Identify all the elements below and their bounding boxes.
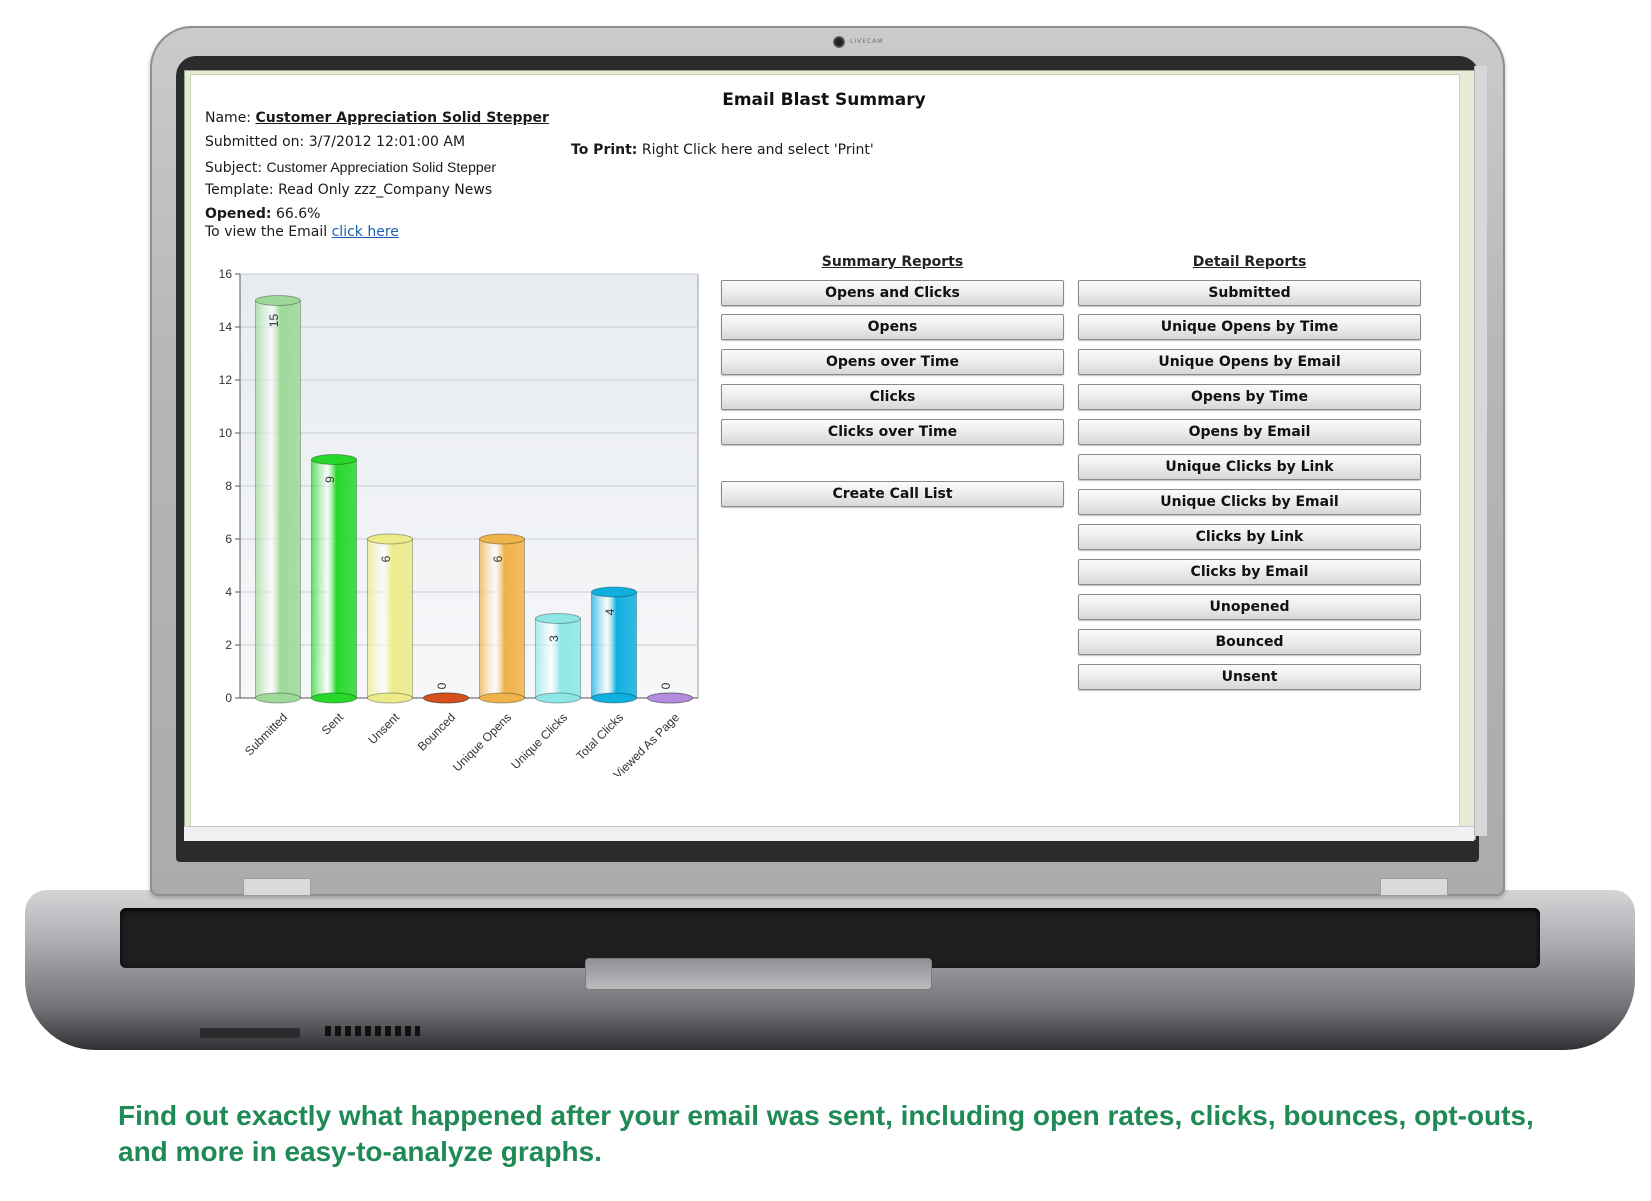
- y-tick-label: 14: [219, 320, 233, 334]
- bar-base: [255, 692, 301, 704]
- unique-clicks-by-email-button[interactable]: Unique Clicks by Email: [1078, 489, 1421, 515]
- print-text: Right Click here and select 'Print': [641, 142, 874, 158]
- data-label: 6: [379, 555, 393, 562]
- bar-top: [423, 692, 469, 704]
- submitted-row: Submitted on: 3/7/2012 12:01:00 AM: [205, 134, 465, 150]
- x-tick-label: Unsent: [365, 710, 402, 747]
- subject-row: Subject: Customer Appreciation Solid Ste…: [205, 159, 496, 176]
- scrollbar[interactable]: [1474, 66, 1487, 836]
- data-label: 0: [435, 682, 449, 689]
- bar-top: [311, 454, 357, 465]
- bar-base: [367, 692, 413, 704]
- y-tick-label: 6: [225, 532, 232, 546]
- data-label: 4: [603, 608, 617, 615]
- submitted-label: Submitted on:: [205, 134, 305, 150]
- x-tick-label: Submitted: [242, 710, 290, 758]
- bounced-button[interactable]: Bounced: [1078, 629, 1421, 655]
- submitted-report-button[interactable]: Submitted: [1078, 280, 1421, 306]
- unique-opens-by-time-button[interactable]: Unique Opens by Time: [1078, 314, 1421, 340]
- unique-clicks-by-link-button[interactable]: Unique Clicks by Link: [1078, 454, 1421, 480]
- card-slot: [200, 1028, 300, 1038]
- opens-by-time-button[interactable]: Opens by Time: [1078, 384, 1421, 410]
- email-stats-chart: 0 2 4 6 8 10 12 14 16 15 Submitted 9 Sent 6 Unsent 0 Bou…: [219, 267, 699, 776]
- opens-by-email-button[interactable]: Opens by Email: [1078, 419, 1421, 445]
- clicks-by-email-button[interactable]: Clicks by Email: [1078, 559, 1421, 585]
- template-label: Template:: [205, 182, 274, 198]
- unopened-button[interactable]: Unopened: [1078, 594, 1421, 620]
- speaker-vents: [325, 1026, 420, 1036]
- opened-row: Opened: 66.6%: [205, 206, 320, 222]
- bar-top: [647, 692, 693, 704]
- webcam-icon: [833, 36, 845, 48]
- template-value: Read Only zzz_Company News: [278, 182, 493, 198]
- bar-base: [591, 692, 637, 704]
- x-tick-label: Unique Clicks: [508, 710, 570, 772]
- opens-over-time-button[interactable]: Opens over Time: [721, 349, 1064, 375]
- bar-top: [255, 295, 301, 306]
- subject-label: Subject:: [205, 160, 263, 176]
- y-tick-label: 2: [225, 638, 232, 652]
- bar-submitted: [255, 300, 301, 699]
- y-tick-label: 8: [225, 479, 232, 493]
- bar-total-clicks: [591, 591, 637, 699]
- x-tick-label: Unique Opens: [450, 710, 514, 774]
- marketing-caption: Find out exactly what happened after you…: [118, 1100, 1534, 1167]
- create-call-list-button[interactable]: Create Call List: [721, 481, 1064, 507]
- opened-value: 66.6%: [275, 206, 321, 222]
- bar-top: [535, 613, 581, 624]
- y-tick-label: 12: [219, 373, 233, 387]
- opened-label: Opened:: [205, 206, 272, 222]
- y-tick-label: 4: [225, 585, 232, 599]
- opens-button[interactable]: Opens: [721, 314, 1064, 340]
- submitted-value: 3/7/2012 12:01:00 AM: [308, 134, 466, 150]
- x-tick-label: Sent: [319, 710, 347, 738]
- unsent-button[interactable]: Unsent: [1078, 664, 1421, 690]
- bar-base: [479, 692, 525, 704]
- y-tick-label: 16: [219, 267, 233, 281]
- subject-value: Customer Appreciation Solid Stepper: [266, 159, 497, 175]
- print-note[interactable]: To Print: Right Click here and select 'P…: [571, 142, 874, 158]
- print-label: To Print:: [571, 142, 638, 158]
- bar-base: [535, 692, 581, 704]
- clicks-over-time-button[interactable]: Clicks over Time: [721, 419, 1064, 445]
- opens-and-clicks-button[interactable]: Opens and Clicks: [721, 280, 1064, 306]
- clicks-button[interactable]: Clicks: [721, 384, 1064, 410]
- x-tick-label: Bounced: [415, 710, 458, 753]
- unique-opens-by-email-button[interactable]: Unique Opens by Email: [1078, 349, 1421, 375]
- data-label: 6: [491, 555, 505, 562]
- hinge-right: [1380, 878, 1448, 896]
- bar-top: [367, 533, 413, 545]
- view-email-row: To view the Email click here: [205, 224, 399, 240]
- data-label: 0: [659, 682, 673, 689]
- view-email-link[interactable]: click here: [332, 224, 399, 240]
- data-label: 9: [323, 476, 337, 483]
- data-label: 3: [547, 635, 561, 642]
- detail-reports-heading: Detail Reports: [1192, 254, 1307, 270]
- camera-label: LIVECAM: [850, 38, 884, 45]
- bar-unique-clicks: [535, 618, 581, 699]
- status-bar: [184, 826, 1474, 841]
- x-tick-label: Total Clicks: [573, 710, 626, 763]
- bar-base: [311, 692, 357, 704]
- trackpad: [585, 958, 932, 990]
- y-tick-label: 0: [225, 691, 232, 705]
- name-row: Name: Customer Appreciation Solid Steppe…: [205, 110, 549, 126]
- page-title: Email Blast Summary: [722, 90, 926, 110]
- hinge-left: [243, 878, 311, 896]
- summary-reports-heading: Summary Reports: [821, 254, 964, 270]
- campaign-name[interactable]: Customer Appreciation Solid Stepper: [255, 110, 548, 126]
- data-label: 15: [267, 314, 281, 328]
- bar-top: [479, 533, 525, 545]
- clicks-by-link-button[interactable]: Clicks by Link: [1078, 524, 1421, 550]
- y-tick-label: 10: [219, 426, 233, 440]
- bar-top: [591, 586, 637, 598]
- template-row: Template: Read Only zzz_Company News: [205, 182, 492, 198]
- name-label: Name:: [205, 110, 252, 126]
- view-email-text: To view the Email: [205, 224, 328, 240]
- bar-sent: [311, 459, 357, 699]
